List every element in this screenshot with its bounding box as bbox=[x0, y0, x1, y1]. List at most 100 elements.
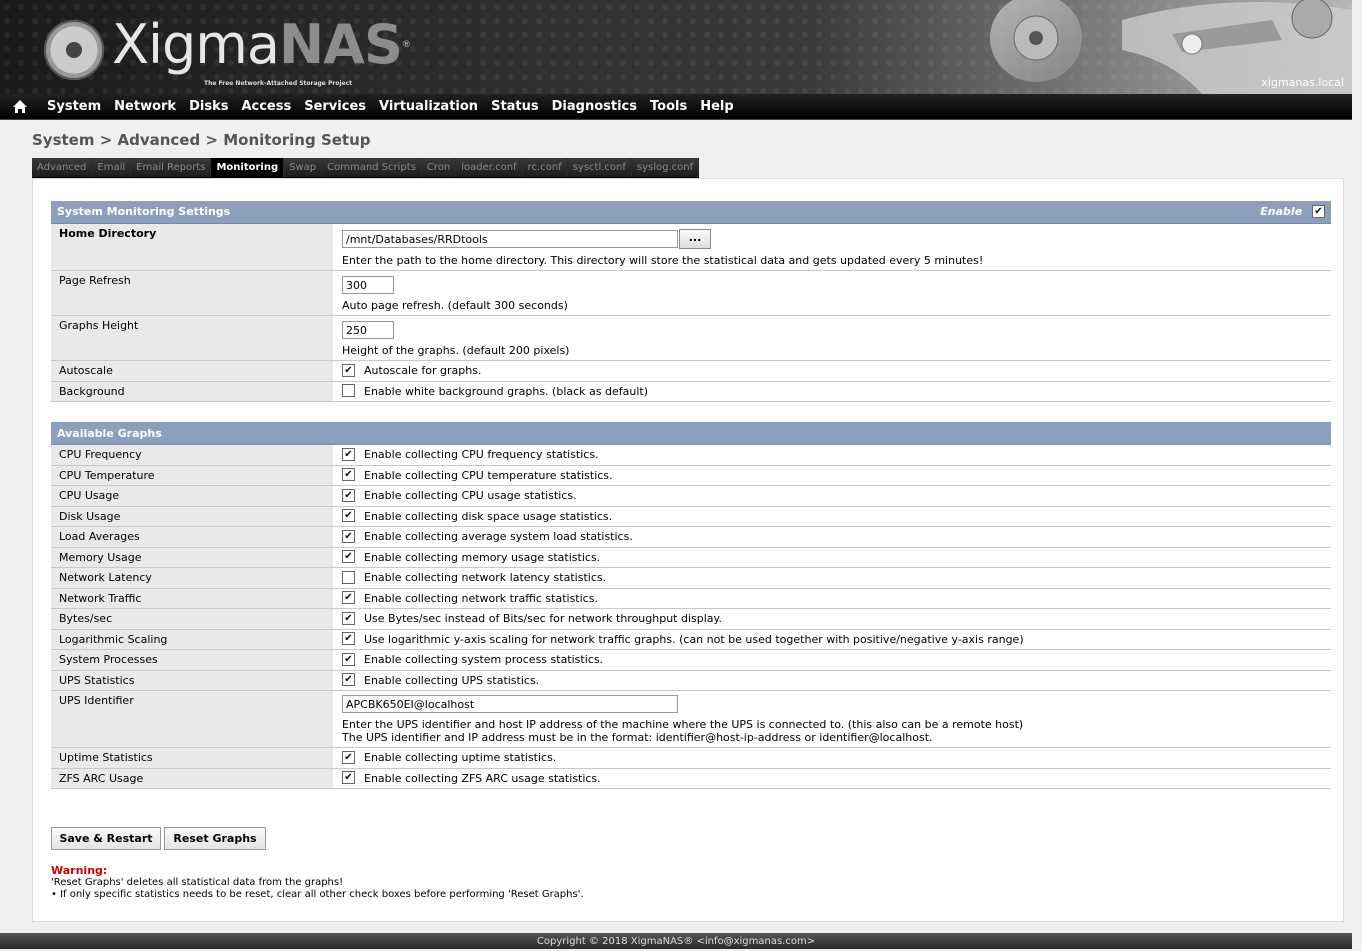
tab-rc-conf[interactable]: rc.conf bbox=[522, 158, 568, 177]
row-zfs-arc-usage: ZFS ARC Usage ✔ Enable collecting ZFS ARC… bbox=[51, 768, 1331, 789]
tab-email[interactable]: Email bbox=[92, 158, 132, 177]
row-uptime-statistics: Uptime Statistics ✔ Enable collecting upt… bbox=[51, 747, 1331, 769]
warning-title: Warning: bbox=[51, 864, 108, 877]
zfs-arc-usage-text: Enable collecting ZFS ARC usage statisti… bbox=[364, 771, 601, 785]
logo-disc-icon bbox=[44, 20, 104, 80]
home-directory-input[interactable]: /mnt/Databases/RRDtools bbox=[342, 230, 678, 248]
label-page-refresh: Page Refresh bbox=[51, 270, 333, 316]
tab-email-reports[interactable]: Email Reports bbox=[131, 158, 212, 177]
system-processes-checkbox[interactable]: ✔ bbox=[342, 652, 355, 666]
ups-statistics-checkbox[interactable]: ✔ bbox=[342, 673, 355, 686]
label-cpu-frequency: CPU Frequency bbox=[51, 444, 333, 466]
home-directory-description: Enter the path to the home directory. Th… bbox=[342, 254, 984, 267]
ups-identifier-input[interactable]: APCBK650EI@localhost bbox=[342, 695, 678, 713]
nav-status[interactable]: Status bbox=[484, 99, 545, 114]
nav-help[interactable]: Help bbox=[693, 99, 739, 114]
nav-virtualization[interactable]: Virtualization bbox=[372, 99, 484, 114]
background-text: Enable white background graphs. (black a… bbox=[364, 384, 648, 398]
cpu-temperature-checkbox[interactable]: ✔ bbox=[342, 468, 355, 481]
uptime-statistics-checkbox[interactable]: ✔ bbox=[342, 750, 355, 764]
logo-text: XigmaNAS® bbox=[112, 13, 411, 76]
reset-graphs-button[interactable]: Reset Graphs bbox=[164, 827, 266, 850]
tab-monitoring[interactable]: Monitoring bbox=[211, 158, 285, 177]
cpu-frequency-text: Enable collecting CPU frequency statisti… bbox=[364, 448, 599, 461]
enable-checkbox[interactable]: ✔ bbox=[1312, 204, 1325, 218]
nav-tools[interactable]: Tools bbox=[643, 99, 693, 114]
warning-line-2: • If only specific statistics needs to b… bbox=[51, 889, 584, 900]
save-restart-button[interactable]: Save & Restart bbox=[51, 827, 161, 850]
nav-disks[interactable]: Disks bbox=[182, 99, 234, 114]
label-cpu-temperature: CPU Temperature bbox=[51, 465, 333, 486]
nav-access[interactable]: Access bbox=[234, 99, 297, 114]
cpu-usage-checkbox[interactable]: ✔ bbox=[342, 488, 355, 502]
autoscale-checkbox[interactable]: ✔ bbox=[342, 363, 355, 377]
monitoring-settings-table: System Monitoring Settings Enable ✔ Home… bbox=[51, 201, 1331, 402]
label-system-processes: System Processes bbox=[51, 649, 333, 671]
network-traffic-checkbox[interactable]: ✔ bbox=[342, 591, 355, 604]
label-cpu-usage: CPU Usage bbox=[51, 485, 333, 507]
ups-identifier-format-note: The UPS identifier and IP address must b… bbox=[342, 731, 933, 744]
bytes-sec-text: Use Bytes/sec instead of Bits/sec for ne… bbox=[364, 612, 722, 625]
logarithmic-scaling-text: Use logarithmic y-axis scaling for netwo… bbox=[364, 632, 1024, 646]
logarithmic-scaling-checkbox[interactable]: ✔ bbox=[342, 632, 355, 645]
row-ups-identifier: UPS Identifier APCBK650EI@localhost Ente… bbox=[51, 690, 1331, 748]
ups-identifier-description: Enter the UPS identifier and host IP add… bbox=[342, 718, 1024, 731]
tab-command-scripts[interactable]: Command Scripts bbox=[322, 158, 422, 177]
section-header-monitoring: System Monitoring Settings Enable ✔ bbox=[51, 201, 1331, 224]
copyright-text: Copyright © 2018 XigmaNAS® <info@xigmana… bbox=[536, 936, 816, 947]
tab-sysctl-conf[interactable]: sysctl.conf bbox=[567, 158, 632, 177]
label-ups-identifier: UPS Identifier bbox=[51, 690, 333, 748]
load-averages-text: Enable collecting average system load st… bbox=[364, 530, 633, 543]
row-cpu-temperature: CPU Temperature ✔ Enable collecting CPU t… bbox=[51, 465, 1331, 486]
row-bytes-sec: Bytes/sec ✔ Use Bytes/sec instead of Bits… bbox=[51, 608, 1331, 630]
nav-services[interactable]: Services bbox=[297, 99, 372, 114]
label-graphs-height: Graphs Height bbox=[51, 315, 333, 361]
footer: Copyright © 2018 XigmaNAS® <info@xigmana… bbox=[0, 933, 1352, 949]
label-logarithmic-scaling: Logarithmic Scaling bbox=[51, 629, 333, 650]
enable-label: Enable bbox=[1260, 205, 1303, 219]
enable-toggle[interactable]: Enable ✔ bbox=[1260, 204, 1325, 219]
disk-usage-checkbox[interactable]: ✔ bbox=[342, 509, 355, 522]
page-title: System > Advanced > Monitoring Setup bbox=[32, 131, 371, 149]
row-ups-statistics: UPS Statistics ✔ Enable collecting UPS st… bbox=[51, 670, 1331, 691]
section-header-graphs: Available Graphs bbox=[51, 422, 1331, 445]
nav-system[interactable]: System bbox=[40, 99, 107, 114]
disk-usage-text: Enable collecting disk space usage stati… bbox=[364, 509, 613, 523]
content-area: System Monitoring Settings Enable ✔ Home… bbox=[32, 178, 1344, 922]
graphs-height-input[interactable]: 250 bbox=[342, 321, 394, 339]
row-page-refresh: Page Refresh 300 Auto page refresh. (def… bbox=[51, 270, 1331, 316]
ups-statistics-text: Enable collecting UPS statistics. bbox=[364, 673, 540, 687]
memory-usage-text: Enable collecting memory usage statistic… bbox=[364, 550, 601, 564]
row-network-traffic: Network Traffic ✔ Enable collecting netwo… bbox=[51, 588, 1331, 609]
tab-syslog-conf[interactable]: syslog.conf bbox=[631, 158, 700, 177]
label-disk-usage: Disk Usage bbox=[51, 506, 333, 527]
background-checkbox[interactable] bbox=[342, 384, 355, 397]
zfs-arc-usage-checkbox[interactable]: ✔ bbox=[342, 771, 355, 784]
row-logarithmic-scaling: Logarithmic Scaling ✔ Use logarithmic y-a… bbox=[51, 629, 1331, 650]
row-background: Background Enable white background graph… bbox=[51, 381, 1331, 402]
graphs-height-description: Height of the graphs. (default 200 pixel… bbox=[342, 344, 570, 357]
nav-network[interactable]: Network bbox=[107, 99, 182, 114]
memory-usage-checkbox[interactable]: ✔ bbox=[342, 550, 355, 563]
cpu-frequency-checkbox[interactable]: ✔ bbox=[342, 447, 355, 461]
row-system-processes: System Processes ✔ Enable collecting syst… bbox=[51, 649, 1331, 671]
row-graphs-height: Graphs Height 250 Height of the graphs. … bbox=[51, 315, 1331, 361]
tab-advanced[interactable]: Advanced bbox=[32, 158, 93, 177]
warning-line-1: 'Reset Graphs' deletes all statistical d… bbox=[51, 877, 344, 888]
page-refresh-input[interactable]: 300 bbox=[342, 276, 394, 294]
label-autoscale: Autoscale bbox=[51, 360, 333, 382]
label-background: Background bbox=[51, 381, 333, 402]
network-latency-checkbox[interactable] bbox=[342, 570, 355, 584]
bytes-sec-checkbox[interactable]: ✔ bbox=[342, 611, 355, 625]
home-icon[interactable] bbox=[12, 99, 28, 114]
tab-cron[interactable]: Cron bbox=[421, 158, 457, 177]
autoscale-text: Autoscale for graphs. bbox=[364, 364, 482, 377]
tab-loader-conf[interactable]: loader.conf bbox=[456, 158, 523, 177]
row-cpu-frequency: CPU Frequency ✔ Enable collecting CPU fre… bbox=[51, 444, 1331, 466]
label-network-latency: Network Latency bbox=[51, 567, 333, 589]
browse-button[interactable]: ... bbox=[679, 229, 711, 249]
label-uptime-statistics: Uptime Statistics bbox=[51, 747, 333, 769]
nav-diagnostics[interactable]: Diagnostics bbox=[545, 99, 643, 114]
load-averages-checkbox[interactable]: ✔ bbox=[342, 529, 355, 543]
tab-swap[interactable]: Swap bbox=[284, 158, 323, 177]
